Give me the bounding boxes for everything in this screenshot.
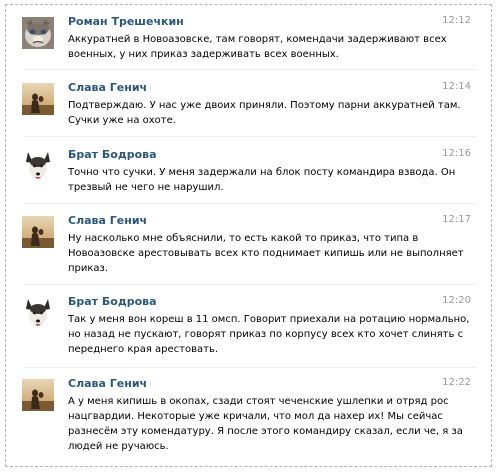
message-author[interactable]: Слава Генич — [68, 377, 147, 390]
message-author[interactable]: Слава Генич — [68, 81, 147, 94]
avatar-slava[interactable] — [22, 83, 54, 115]
message-divider — [24, 284, 477, 285]
avatar-brat[interactable] — [22, 150, 54, 182]
message-text: Аккуратней в Новоазовске, там говорят, к… — [68, 34, 447, 60]
sunset-avatar-icon — [22, 83, 54, 115]
message-text: Точно что сучки. У меня задержали на бло… — [68, 167, 456, 193]
message-time: 12:16 — [442, 148, 471, 159]
message-author[interactable]: Роман Трешечкин — [68, 15, 184, 28]
avatar-brat[interactable] — [22, 297, 54, 329]
message-text: А у меня кипишь в окопах, сзади стоят че… — [68, 396, 463, 452]
avatar-slava[interactable] — [22, 216, 54, 248]
sunset-avatar-icon — [22, 379, 54, 411]
avatar-slava[interactable] — [22, 379, 54, 411]
message-text: Так у меня вон кореш в 11 омсп. Говорит … — [68, 314, 470, 355]
message-divider — [24, 136, 477, 137]
message-divider — [24, 367, 477, 368]
message-text: Ну насколько мне объяснили, то есть како… — [68, 233, 464, 274]
message-divider — [24, 203, 477, 204]
message-time: 12:22 — [442, 377, 471, 388]
message-time: 12:17 — [442, 214, 471, 225]
message-divider — [24, 69, 477, 70]
cat-avatar-icon — [22, 17, 54, 49]
message-text: Подтверждаю. У нас уже двоих приняли. По… — [68, 100, 461, 126]
message-author[interactable]: Брат Бодрова — [68, 295, 157, 308]
message-author[interactable]: Брат Бодрова — [68, 148, 157, 161]
message-time: 12:12 — [442, 15, 471, 26]
message-author[interactable]: Слава Генич — [68, 214, 147, 227]
message-time: 12:20 — [442, 295, 471, 306]
avatar-roman[interactable] — [22, 17, 54, 49]
sunset-avatar-icon — [22, 216, 54, 248]
dog-avatar-icon — [22, 150, 54, 182]
dog-avatar-icon — [22, 297, 54, 329]
message-time: 12:14 — [442, 81, 471, 92]
message-history-panel: Роман Трешечкин 12:12 Аккуратней в Новоа… — [5, 4, 492, 467]
